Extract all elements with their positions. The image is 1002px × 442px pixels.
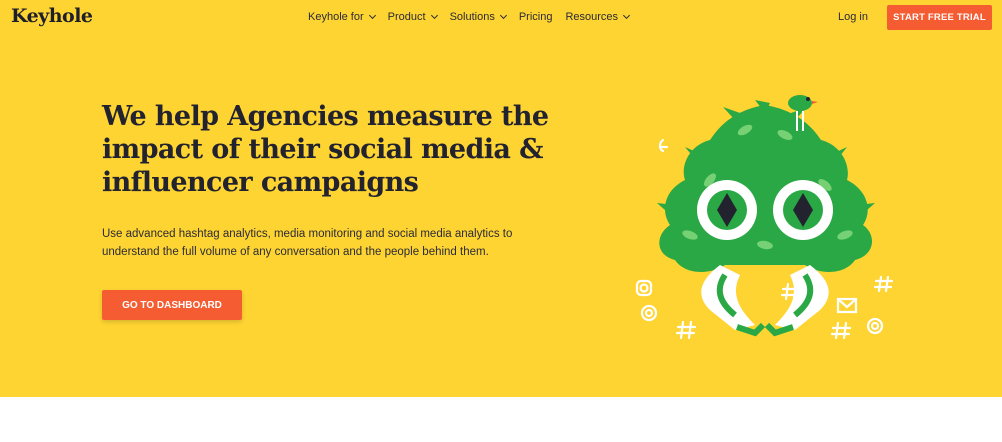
nav-keyhole-for-label: Keyhole for <box>308 11 364 23</box>
character-legs <box>701 265 829 337</box>
small-doodle-icon <box>658 138 669 153</box>
at-sign-icon <box>640 304 658 322</box>
chevron-down-icon <box>499 11 507 20</box>
bush-body <box>657 100 875 272</box>
nav-solutions[interactable]: Solutions <box>449 11 507 23</box>
bush-character-illustration <box>635 95 894 340</box>
chevron-down-icon <box>430 11 438 20</box>
chevron-down-icon <box>368 11 376 20</box>
hashtag-icon <box>873 275 894 293</box>
nav-solutions-label: Solutions <box>449 11 495 23</box>
nav-pricing[interactable]: Pricing <box>519 11 553 23</box>
nav-pricing-label: Pricing <box>518 11 553 23</box>
nav-resources[interactable]: Resources <box>565 11 631 23</box>
start-free-trial-button[interactable]: START FREE TRIAL <box>887 5 992 30</box>
nav-resources-label: Resources <box>565 11 619 23</box>
hero-subtext: Use advanced hashtag analytics, media mo… <box>102 228 513 258</box>
login-link[interactable]: Log in <box>838 11 868 23</box>
hashtag-icon <box>830 321 852 340</box>
at-sign-icon <box>866 317 884 335</box>
mail-icon <box>836 297 858 314</box>
nav-keyhole-for[interactable]: Keyhole for <box>308 11 376 23</box>
go-to-dashboard-button[interactable]: GO TO DASHBOARD <box>102 290 242 320</box>
keyhole-logo[interactable]: Keyhole <box>11 5 93 27</box>
instagram-icon <box>635 279 653 297</box>
top-nav: Keyhole Keyhole for Product Solutions Pr… <box>0 0 1002 34</box>
nav-links: Keyhole for Product Solutions Pricing Re… <box>308 11 642 23</box>
hero-headline: We help Agencies measure the impact of t… <box>102 101 549 198</box>
nav-product[interactable]: Product <box>387 11 438 23</box>
nav-product-label: Product <box>387 11 426 23</box>
hashtag-icon <box>675 320 697 340</box>
chevron-down-icon <box>623 11 631 20</box>
